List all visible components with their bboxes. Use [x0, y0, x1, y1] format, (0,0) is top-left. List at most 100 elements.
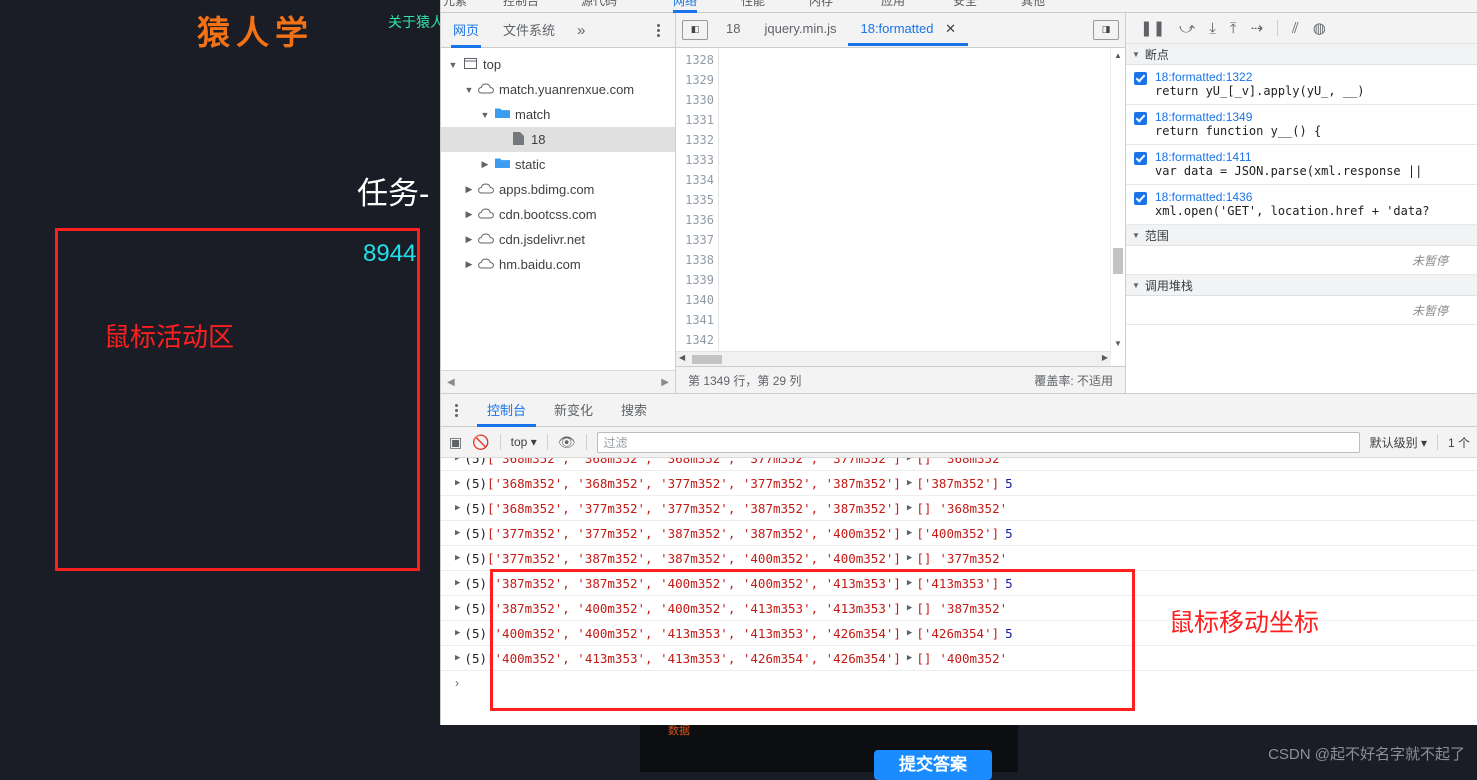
expand-triangle-icon[interactable]: ▶	[907, 528, 912, 538]
breakpoint-item[interactable]: 18:formatted:1411 var data = JSON.parse(x…	[1126, 145, 1477, 185]
tree-item-hm-baidu-com[interactable]: ▶ hm.baidu.com	[441, 252, 675, 277]
console-issue-count[interactable]: 1 个	[1448, 434, 1470, 451]
console-log-row[interactable]: ▶ (5) ['387m352', '387m352', '400m352', '…	[441, 571, 1477, 596]
step-over-icon[interactable]: ⤻	[1179, 21, 1195, 36]
tree-item-top[interactable]: ▼ top	[441, 52, 675, 77]
expand-triangle-icon[interactable]: ▶	[907, 653, 912, 663]
step-out-icon[interactable]: ⤒	[1230, 21, 1237, 36]
tree-item-18[interactable]: 18	[441, 127, 675, 152]
tab-webpage[interactable]: 网页	[451, 13, 481, 48]
chevron-right-icon[interactable]: ▶	[463, 209, 475, 220]
navigator-menu-icon[interactable]	[651, 21, 665, 39]
hscroll-right-arrow-icon[interactable]: ▶	[1102, 353, 1108, 362]
breakpoint-location[interactable]: 18:formatted:1322	[1155, 70, 1365, 84]
expand-triangle-icon[interactable]: ▶	[455, 458, 460, 463]
editor-tab-18-formatted[interactable]: 18:formatted ✕	[848, 14, 968, 46]
step-into-icon[interactable]: ⤓	[1209, 21, 1216, 36]
breakpoint-checkbox[interactable]	[1134, 192, 1147, 205]
chevron-right-icon[interactable]: ▶	[463, 184, 475, 195]
breakpoint-location[interactable]: 18:formatted:1349	[1155, 110, 1321, 124]
console-log-row[interactable]: ▶ (5) ['377m352', '377m352', '387m352', '…	[441, 521, 1477, 546]
console-prompt[interactable]: ›	[441, 671, 1477, 695]
step-icon[interactable]: ⇢	[1250, 21, 1263, 36]
breakpoint-item[interactable]: 18:formatted:1436 xml.open('GET', locatio…	[1126, 185, 1477, 225]
editor-vscrollbar[interactable]: ▲ ▼	[1110, 47, 1125, 353]
breakpoint-location[interactable]: 18:formatted:1436	[1155, 190, 1430, 204]
breakpoint-location[interactable]: 18:formatted:1411	[1155, 150, 1422, 164]
section-breakpoints[interactable]: ▼ 断点	[1126, 44, 1477, 65]
close-icon[interactable]: ✕	[945, 21, 956, 36]
console-sidebar-icon[interactable]: ▣	[449, 435, 462, 449]
tree-item-cdn-bootcss-com[interactable]: ▶ cdn.bootcss.com	[441, 202, 675, 227]
breakpoint-checkbox[interactable]	[1134, 152, 1147, 165]
expand-triangle-icon[interactable]: ▶	[455, 578, 460, 588]
console-context-selector[interactable]: top ▾	[511, 435, 537, 449]
tree-item-apps-bdimg-com[interactable]: ▶ apps.bdimg.com	[441, 177, 675, 202]
expand-triangle-icon[interactable]: ▶	[907, 503, 912, 513]
main-tab-4[interactable]: 性能	[741, 0, 765, 9]
chevron-down-icon[interactable]: ▼	[463, 85, 475, 95]
scroll-right-arrow-icon[interactable]: ▶	[661, 377, 669, 388]
drawer-menu-icon[interactable]	[449, 401, 463, 419]
console-log-row[interactable]: ▶ (5) ['377m352', '387m352', '387m352', '…	[441, 546, 1477, 571]
live-expression-eye-icon[interactable]: 👁	[558, 435, 576, 449]
scroll-left-arrow-icon[interactable]: ◀	[447, 377, 455, 388]
console-log-row[interactable]: ▶ (5) ['400m352', '413m353', '413m353', '…	[441, 646, 1477, 671]
expand-triangle-icon[interactable]: ▶	[455, 603, 460, 613]
console-log-row[interactable]: ▶ (5) ['368m352', '368m352', '368m352', '…	[441, 458, 1477, 471]
code-text-area[interactable]: }	[719, 48, 1125, 367]
expand-triangle-icon[interactable]: ▶	[455, 503, 460, 513]
console-log-row[interactable]: ▶ (5) ['400m352', '400m352', '413m353', '…	[441, 621, 1477, 646]
hscroll-left-arrow-icon[interactable]: ◀	[679, 353, 685, 362]
expand-triangle-icon[interactable]: ▶	[455, 628, 460, 638]
expand-triangle-icon[interactable]: ▶	[455, 478, 460, 488]
tab-changes[interactable]: 新变化	[544, 394, 603, 427]
breakpoint-item[interactable]: 18:formatted:1322 return yU_[_v].apply(yU…	[1126, 65, 1477, 105]
breakpoint-checkbox[interactable]	[1134, 72, 1147, 85]
chevron-right-icon[interactable]: ▶	[463, 259, 475, 270]
navigator-hscrollbar[interactable]: ◀ ▶	[441, 370, 675, 393]
console-filter-input[interactable]: 过滤	[596, 431, 1360, 453]
main-tab-5[interactable]: 内存	[809, 0, 833, 9]
console-level-selector[interactable]: 默认级别 ▾	[1370, 434, 1427, 451]
clear-console-icon[interactable]: 🚫	[472, 435, 489, 449]
editor-hscroll-thumb[interactable]	[692, 355, 722, 365]
tree-item-cdn-jsdelivr-net[interactable]: ▶ cdn.jsdelivr.net	[441, 227, 675, 252]
chevron-down-icon[interactable]: ▼	[447, 60, 459, 70]
expand-triangle-icon[interactable]: ▶	[455, 653, 460, 663]
editor-hscrollbar[interactable]: ◀ ▶	[676, 351, 1111, 367]
console-log-row[interactable]: ▶ (5) ['368m352', '368m352', '377m352', '…	[441, 471, 1477, 496]
tree-item-match-yuanrenxue-com[interactable]: ▼ match.yuanrenxue.com	[441, 77, 675, 102]
expand-triangle-icon[interactable]: ▶	[907, 628, 912, 638]
main-tab-7[interactable]: 安全	[953, 0, 977, 9]
expand-triangle-icon[interactable]: ▶	[907, 603, 912, 613]
expand-triangle-icon[interactable]: ▶	[455, 528, 460, 538]
main-tab-3[interactable]: 网络	[673, 0, 698, 13]
main-tab-8[interactable]: 其他	[1021, 0, 1045, 9]
console-log-row[interactable]: ▶ (5) ['387m352', '400m352', '400m352', '…	[441, 596, 1477, 621]
expand-triangle-icon[interactable]: ▶	[455, 553, 460, 563]
editor-vscroll-thumb[interactable]	[1113, 247, 1123, 274]
scroll-down-arrow-icon[interactable]: ▼	[1113, 338, 1123, 350]
console-log-row[interactable]: ▶ (5) ['368m352', '377m352', '377m352', '…	[441, 496, 1477, 521]
expand-triangle-icon[interactable]: ▶	[907, 458, 912, 463]
show-navigator-icon[interactable]: ◧	[682, 19, 708, 40]
tab-console[interactable]: 控制台	[477, 394, 536, 427]
chevron-down-icon[interactable]: ▼	[479, 110, 491, 120]
tree-item-match[interactable]: ▼ match	[441, 102, 675, 127]
navigator-more-tabs-icon[interactable]: »	[577, 22, 585, 39]
deactivate-breakpoints-icon[interactable]: ⫽	[1292, 21, 1299, 36]
tab-filesystem[interactable]: 文件系统	[501, 13, 557, 48]
chevron-right-icon[interactable]: ▶	[463, 234, 475, 245]
section-callstack[interactable]: ▼ 调用堆栈	[1126, 275, 1477, 296]
expand-triangle-icon[interactable]: ▶	[907, 578, 912, 588]
tree-item-static[interactable]: ▶ static	[441, 152, 675, 177]
expand-triangle-icon[interactable]: ▶	[907, 553, 912, 563]
editor-tab-18[interactable]: 18	[714, 14, 752, 45]
scroll-up-arrow-icon[interactable]: ▲	[1113, 50, 1123, 62]
main-tab-6[interactable]: 应用	[881, 0, 905, 9]
editor-tab-jquery[interactable]: jquery.min.js	[752, 14, 848, 45]
main-tab-0[interactable]: 元素	[443, 0, 467, 9]
submit-answer-button[interactable]: 提交答案	[874, 750, 992, 780]
expand-triangle-icon[interactable]: ▶	[907, 478, 912, 488]
